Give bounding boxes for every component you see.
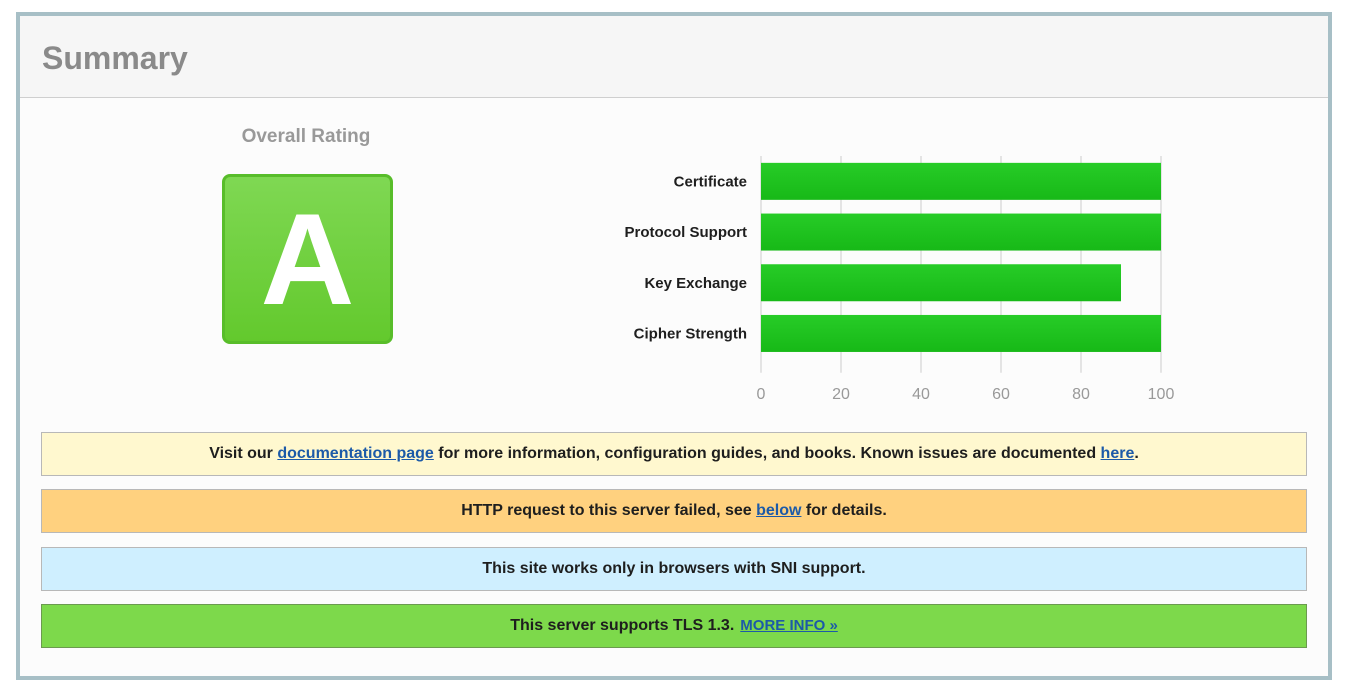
page-title: Summary — [42, 40, 188, 76]
more-info-link[interactable]: MORE INFO » — [740, 617, 838, 634]
tls-text: This server supports TLS 1.3. — [510, 617, 735, 634]
chart-bar — [761, 162, 1161, 200]
sni-notice: This site works only in browsers with SN… — [41, 547, 1307, 591]
x-tick-label: 20 — [832, 386, 850, 403]
docs-text-after: . — [1134, 445, 1139, 462]
chart-bar — [761, 314, 1161, 352]
x-tick-label: 60 — [992, 386, 1010, 403]
sni-text: This site works only in browsers with SN… — [482, 560, 866, 577]
docs-text-before: Visit our — [209, 445, 278, 462]
chart-bar — [761, 213, 1161, 251]
http-text-before: HTTP request to this server failed, see — [461, 502, 757, 519]
x-tick-label: 40 — [912, 386, 930, 403]
below-link[interactable]: below — [756, 502, 801, 519]
summary-panel: Summary Overall Rating A 0 20 40 60 80 100 Cer… — [16, 12, 1332, 680]
chart-bar — [761, 264, 1121, 302]
known-issues-link[interactable]: here — [1101, 445, 1135, 462]
overall-rating-block: Overall Rating — [206, 126, 406, 148]
documentation-page-link[interactable]: documentation page — [277, 445, 433, 462]
category-label: Key Exchange — [644, 275, 747, 292]
panel-header: Summary — [20, 16, 1328, 98]
grade-badge: A — [222, 174, 393, 344]
http-text-after: for details. — [801, 502, 887, 519]
http-failure-notice: HTTP request to this server failed, see … — [41, 489, 1307, 533]
category-label: Cipher Strength — [634, 325, 747, 342]
documentation-notice: Visit our documentation page for more in… — [41, 432, 1307, 476]
x-tick-label: 100 — [1148, 386, 1175, 403]
category-label: Certificate — [674, 173, 747, 190]
rating-chart: 0 20 40 60 80 100 Certificate Protocol Support K… — [580, 144, 1220, 419]
rating-chart-svg: 0 20 40 60 80 100 Certificate Protocol Support K… — [625, 156, 1175, 403]
docs-text-middle: for more information, configuration guid… — [433, 445, 1101, 462]
x-tick-label: 0 — [757, 386, 766, 403]
category-label: Protocol Support — [625, 224, 748, 241]
overall-rating-label: Overall Rating — [241, 126, 371, 147]
tls13-notice: This server supports TLS 1.3. MORE INFO » — [41, 604, 1307, 648]
x-tick-label: 80 — [1072, 386, 1090, 403]
